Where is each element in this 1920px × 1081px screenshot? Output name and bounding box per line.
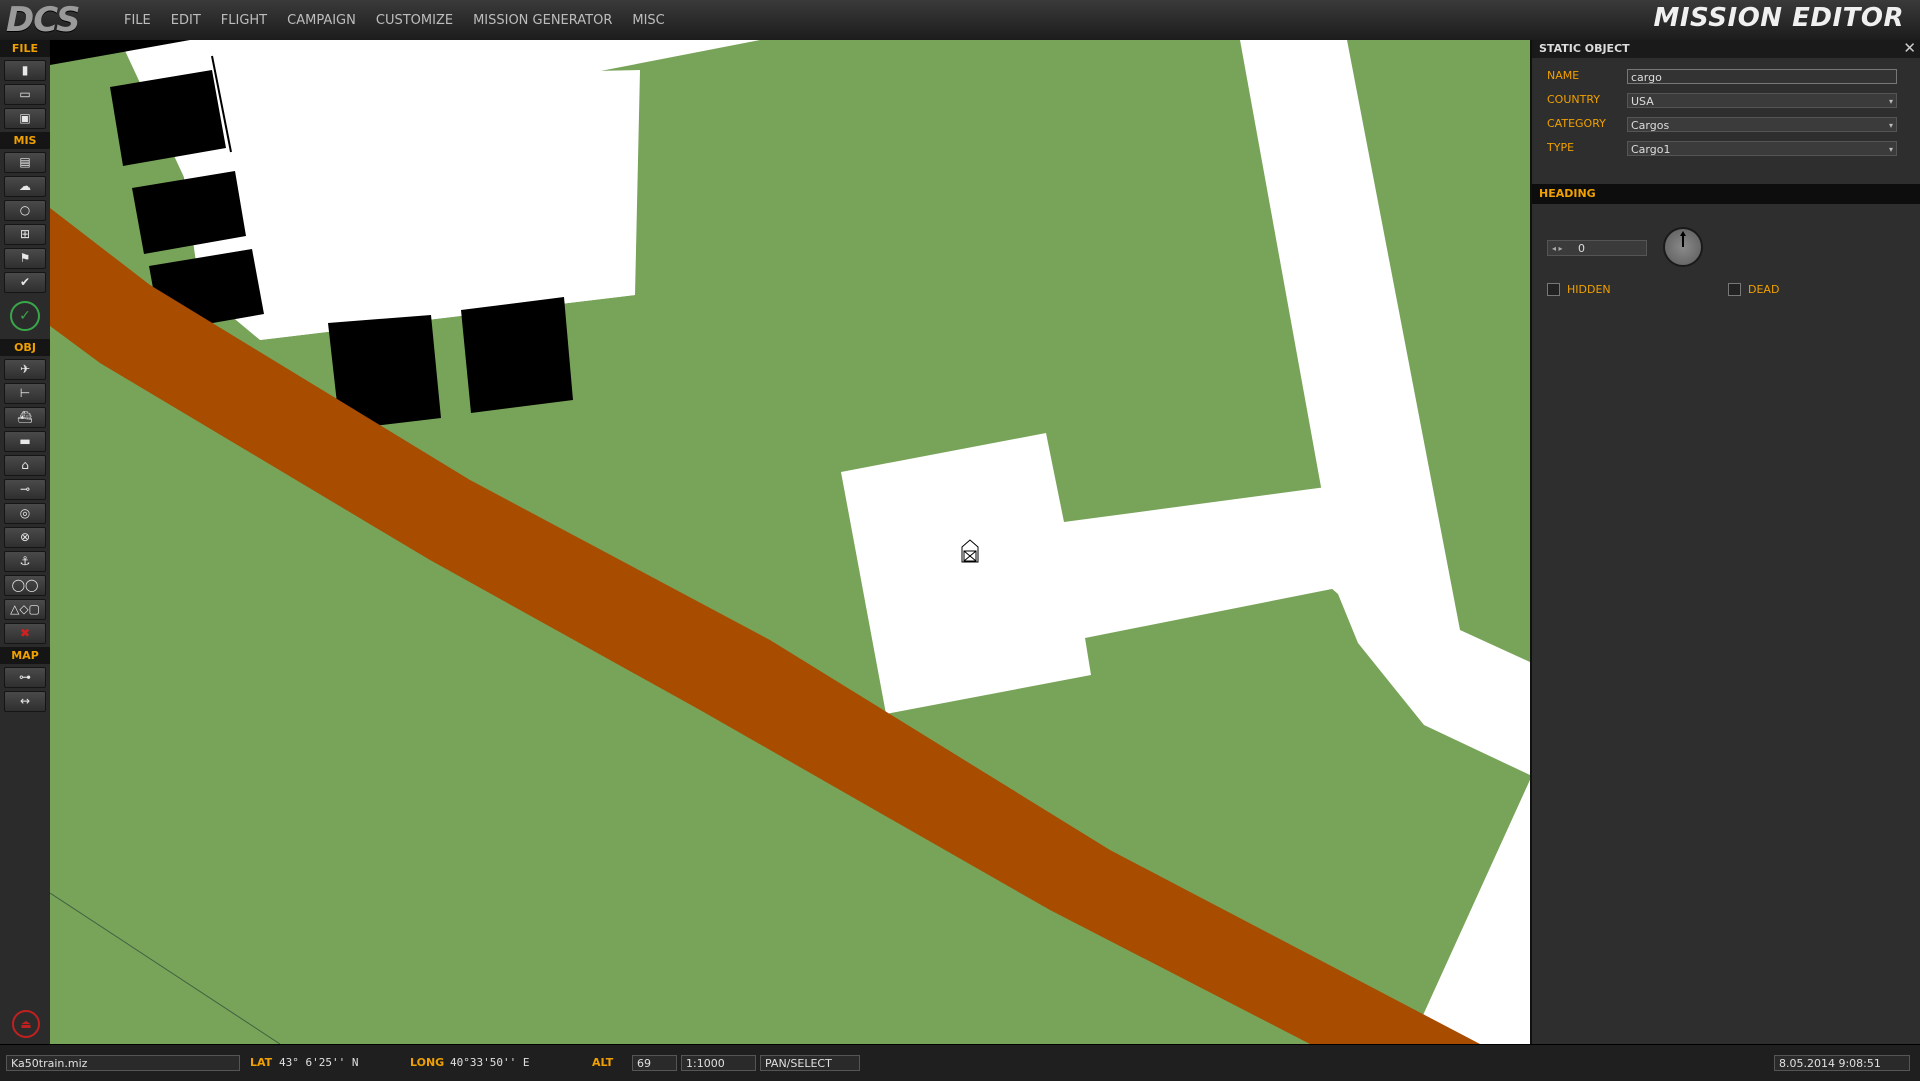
name-label: NAME xyxy=(1547,69,1580,82)
app-title: MISSION EDITOR xyxy=(1653,3,1904,33)
country-row: COUNTRY USA ▾ xyxy=(1547,91,1917,111)
long-value: 40°33'50'' E xyxy=(450,1056,530,1069)
mission-filename: Ka50train.miz xyxy=(6,1055,240,1071)
map-area-white xyxy=(841,433,1347,714)
close-icon[interactable]: ✕ xyxy=(1903,40,1916,57)
crew-icon[interactable]: ◯◯ xyxy=(4,575,46,596)
plane-icon[interactable]: ✈ xyxy=(4,359,46,380)
dead-checkbox[interactable] xyxy=(1728,283,1741,296)
heading-value: 0 xyxy=(1578,242,1585,255)
left-toolbar: FILE ▮ ▭ ▣ MIS ▤ ☁ ○ ⊞ ⚑ ✔ ✓ OBJ ✈ ⊢ ⛴ ▬… xyxy=(0,40,51,1044)
hidden-checkbox[interactable] xyxy=(1547,283,1560,296)
long-label: LONG xyxy=(410,1056,445,1069)
alt-value: 69 xyxy=(632,1055,677,1071)
name-input[interactable] xyxy=(1631,71,1891,84)
weather-icon[interactable]: ☁ xyxy=(4,176,46,197)
exit-icon[interactable]: ⏏ xyxy=(12,1010,40,1038)
menu-mission-generator[interactable]: MISSION GENERATOR xyxy=(473,13,612,28)
type-label: TYPE xyxy=(1547,141,1575,154)
ruler-icon[interactable]: ↔ xyxy=(4,691,46,712)
edit-mode[interactable]: PAN/SELECT xyxy=(760,1055,860,1071)
heading-stepper[interactable]: ◂ ▸ 0 xyxy=(1547,240,1647,256)
nav-point-icon[interactable]: ⚓ xyxy=(4,551,46,572)
menu-misc[interactable]: MISC xyxy=(632,13,664,28)
toolbar-section-mis: MIS xyxy=(0,132,50,149)
zone-icon[interactable]: ⊗ xyxy=(4,527,46,548)
failures-icon[interactable]: ⚑ xyxy=(4,248,46,269)
type-select[interactable]: Cargo1 ▾ xyxy=(1627,141,1897,156)
toolbar-section-file: FILE xyxy=(0,40,50,57)
lat-label: LAT xyxy=(250,1056,273,1069)
name-field-box xyxy=(1627,69,1897,84)
type-value: Cargo1 xyxy=(1631,143,1671,156)
map-options-icon[interactable]: ⊶ xyxy=(4,667,46,688)
map-road-white xyxy=(1240,40,1530,775)
vehicle-icon[interactable]: ▬ xyxy=(4,431,46,452)
name-row: NAME xyxy=(1547,67,1917,87)
heading-dial[interactable] xyxy=(1663,227,1703,267)
save-file-icon[interactable]: ▣ xyxy=(4,108,46,129)
shapes-icon[interactable]: △◇▢ xyxy=(4,599,46,620)
map-line xyxy=(50,892,281,1044)
new-file-icon[interactable]: ▮ xyxy=(4,60,46,81)
dcs-logo: DCS xyxy=(6,0,80,40)
chevron-down-icon: ▾ xyxy=(1888,145,1893,154)
category-select[interactable]: Cargos ▾ xyxy=(1627,117,1897,132)
dead-checkbox-row: DEAD xyxy=(1728,282,1848,298)
menu-campaign[interactable]: CAMPAIGN xyxy=(287,13,356,28)
category-value: Cargos xyxy=(1631,119,1670,132)
stepper-arrows-icon[interactable]: ◂ ▸ xyxy=(1552,241,1563,257)
country-value: USA xyxy=(1631,95,1654,108)
mission-clock-icon[interactable]: ✓ xyxy=(10,301,40,331)
static-icon[interactable]: ⌂ xyxy=(4,455,46,476)
chevron-down-icon: ▾ xyxy=(1888,121,1893,130)
alt-label: ALT xyxy=(592,1056,614,1069)
template-icon[interactable]: ◎ xyxy=(4,503,46,524)
delete-icon[interactable]: ✖ xyxy=(4,623,46,644)
status-bar: Ka50train.miz LAT 43° 6'25'' N LONG 40°3… xyxy=(0,1044,1920,1081)
main-menu: FILE EDIT FLIGHT CAMPAIGN CUSTOMIZE MISS… xyxy=(124,0,685,40)
category-label: CATEGORY xyxy=(1547,117,1606,130)
open-file-icon[interactable]: ▭ xyxy=(4,84,46,105)
menu-edit[interactable]: EDIT xyxy=(171,13,201,28)
triggers-icon[interactable]: ⊞ xyxy=(4,224,46,245)
top-menu-bar: DCS FILE EDIT FLIGHT CAMPAIGN CUSTOMIZE … xyxy=(0,0,1920,41)
airport-icon[interactable]: ⊸ xyxy=(4,479,46,500)
country-select[interactable]: USA ▾ xyxy=(1627,93,1897,108)
map-building xyxy=(461,297,573,413)
menu-file[interactable]: FILE xyxy=(124,13,151,28)
heading-needle-icon xyxy=(1680,231,1686,247)
menu-customize[interactable]: CUSTOMIZE xyxy=(376,13,453,28)
ship-icon[interactable]: ⛴ xyxy=(4,407,46,428)
category-row: CATEGORY Cargos ▾ xyxy=(1547,115,1917,135)
toolbar-section-obj: OBJ xyxy=(0,339,50,356)
helicopter-icon[interactable]: ⊢ xyxy=(4,383,46,404)
chevron-down-icon: ▾ xyxy=(1888,97,1893,106)
map-road-white xyxy=(1410,780,1530,1044)
hidden-label: HIDDEN xyxy=(1567,283,1611,296)
check-icon[interactable]: ✔ xyxy=(4,272,46,293)
toolbar-section-map: MAP xyxy=(0,647,50,664)
map-view[interactable] xyxy=(50,40,1530,1044)
country-label: COUNTRY xyxy=(1547,93,1600,106)
dead-label: DEAD xyxy=(1748,283,1780,296)
static-object-panel: STATIC OBJECT ✕ NAME COUNTRY USA ▾ CATEG… xyxy=(1530,40,1920,1044)
goals-icon[interactable]: ○ xyxy=(4,200,46,221)
panel-header: STATIC OBJECT ✕ xyxy=(1532,40,1920,58)
type-row: TYPE Cargo1 ▾ xyxy=(1547,139,1917,159)
panel-title: STATIC OBJECT xyxy=(1539,42,1630,55)
map-scale[interactable]: 1:1000 xyxy=(681,1055,756,1071)
menu-flight[interactable]: FLIGHT xyxy=(221,13,267,28)
mission-datetime: 8.05.2014 9:08:51 xyxy=(1774,1055,1910,1071)
lat-value: 43° 6'25'' N xyxy=(279,1056,359,1069)
briefing-icon[interactable]: ▤ xyxy=(4,152,46,173)
heading-section-title: HEADING xyxy=(1532,184,1920,204)
hidden-checkbox-row: HIDDEN xyxy=(1547,282,1687,298)
map-canvas[interactable] xyxy=(50,40,1530,1044)
